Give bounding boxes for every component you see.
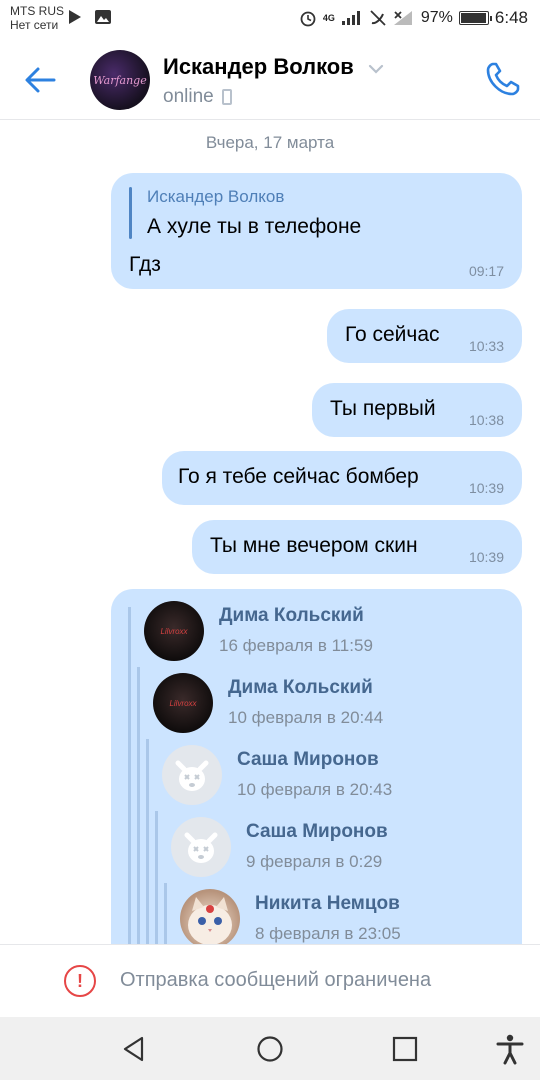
- forward-nest-line: [155, 811, 158, 944]
- battery-fill: [460, 13, 487, 23]
- nav-home-icon[interactable]: [254, 1033, 286, 1065]
- forward-author-avatar[interactable]: Lilvroxx: [144, 601, 204, 661]
- message-list[interactable]: Вчера, 17 марта Искандер Волков А хуле т…: [0, 121, 540, 944]
- message-time: 10:33: [468, 338, 504, 354]
- status-bar: MTS RUS Нет сети 4G 97% 6:48: [0, 0, 540, 36]
- message-bubble[interactable]: Искандер Волков А хуле ты в телефоне Гдз…: [111, 173, 522, 289]
- message-time: 10:38: [468, 412, 504, 428]
- forward-date: 8 февраля в 23:05: [255, 924, 401, 943]
- chat-header: Warfange Искандер Волков online: [0, 36, 540, 120]
- message-text: Ты мне вечером скин: [210, 534, 418, 557]
- message-text: Гдз: [129, 253, 161, 276]
- messaging-restricted-bar: ! Отправка сообщений ограничена: [0, 944, 540, 1017]
- forward-date: 16 февраля в 11:59: [219, 636, 373, 655]
- online-status-label: online: [163, 86, 214, 107]
- contact-avatar[interactable]: Warfange: [90, 50, 150, 110]
- accessibility-icon[interactable]: [494, 1033, 526, 1065]
- forward-author-name[interactable]: Дима Кольский: [219, 605, 364, 627]
- message-time: 10:39: [468, 480, 504, 496]
- message-bubble[interactable]: Го сейчас 10:33: [327, 309, 522, 363]
- carrier-status: Нет сети: [10, 18, 59, 32]
- notification-icons: [68, 9, 112, 25]
- contact-name[interactable]: Искандер Волков: [163, 54, 354, 80]
- contact-status: online: [163, 86, 232, 108]
- no-call-icon: [370, 10, 386, 26]
- message-bubble[interactable]: Ты мне вечером скин 10:39: [192, 520, 522, 574]
- forward-author-name[interactable]: Дима Кольский: [228, 677, 373, 699]
- phone-call-icon[interactable]: [484, 60, 522, 98]
- back-arrow-icon[interactable]: [22, 62, 58, 98]
- alarm-icon: [300, 11, 316, 27]
- warning-icon: !: [64, 965, 96, 997]
- gallery-icon: [95, 10, 111, 24]
- forward-date: 9 февраля в 0:29: [246, 852, 383, 871]
- message-text: Го я тебе сейчас бомбер: [178, 465, 419, 488]
- forward-author-avatar[interactable]: Lilvroxx: [153, 673, 213, 733]
- forward-author-avatar[interactable]: [180, 889, 240, 944]
- battery-percent: 97%: [420, 9, 453, 26]
- system-nav-bar: [0, 1017, 540, 1080]
- mobile-device-icon: [221, 89, 232, 105]
- nav-back-icon[interactable]: [118, 1033, 150, 1065]
- forward-nest-line: [164, 883, 167, 944]
- forward-author-name[interactable]: Никита Немцов: [255, 893, 400, 915]
- message-time: 09:17: [468, 263, 504, 279]
- system-icons: 4G 97% 6:48: [299, 8, 528, 28]
- forward-author-name[interactable]: Саша Миронов: [246, 821, 388, 843]
- avatar-logo-text: Lilvroxx: [160, 626, 188, 636]
- forward-author-avatar[interactable]: [171, 817, 231, 877]
- forward-nest-line: [137, 667, 140, 944]
- clock: 6:48: [494, 8, 528, 27]
- message-bubble[interactable]: Ты первый 10:38: [312, 383, 522, 437]
- forward-nest-line: [128, 607, 131, 944]
- avatar-logo-text: Lilvroxx: [169, 698, 197, 708]
- battery-icon: [458, 11, 492, 25]
- forward-author-avatar[interactable]: [162, 745, 222, 805]
- carrier-info: MTS RUS Нет сети: [10, 4, 64, 32]
- nav-recents-icon[interactable]: [389, 1033, 421, 1065]
- avatar-logo-text: Warfange: [93, 73, 147, 87]
- forwarded-messages-bubble[interactable]: Lilvroxx Дима Кольский 16 февраля в 11:5…: [111, 589, 522, 944]
- date-separator: Вчера, 17 марта: [205, 133, 335, 152]
- message-time: 10:39: [468, 549, 504, 565]
- forward-date: 10 февраля в 20:44: [228, 708, 384, 727]
- reply-text: А хуле ты в телефоне: [147, 215, 362, 238]
- cat-photo-icon: [188, 897, 232, 944]
- restricted-message: Отправка сообщений ограничена: [120, 969, 432, 991]
- signal-icon: [341, 11, 360, 25]
- message-text: Ты первый: [330, 397, 436, 420]
- reply-quote-bar: [129, 187, 132, 239]
- network-type: 4G: [322, 12, 335, 23]
- play-store-icon: [69, 10, 81, 24]
- forward-author-name[interactable]: Саша Миронов: [237, 749, 379, 771]
- message-bubble[interactable]: Го я тебе сейчас бомбер 10:39: [162, 451, 522, 505]
- default-avatar-dog-icon: [175, 760, 209, 791]
- carrier-name: MTS RUS: [10, 4, 64, 18]
- chevron-down-icon[interactable]: [368, 64, 384, 74]
- default-avatar-dog-icon: [184, 832, 218, 863]
- message-text: Го сейчас: [345, 323, 440, 346]
- no-signal-icon: [393, 11, 412, 25]
- forward-date: 10 февраля в 20:43: [237, 780, 393, 799]
- reply-author: Искандер Волков: [147, 187, 285, 206]
- forward-nest-line: [146, 739, 149, 944]
